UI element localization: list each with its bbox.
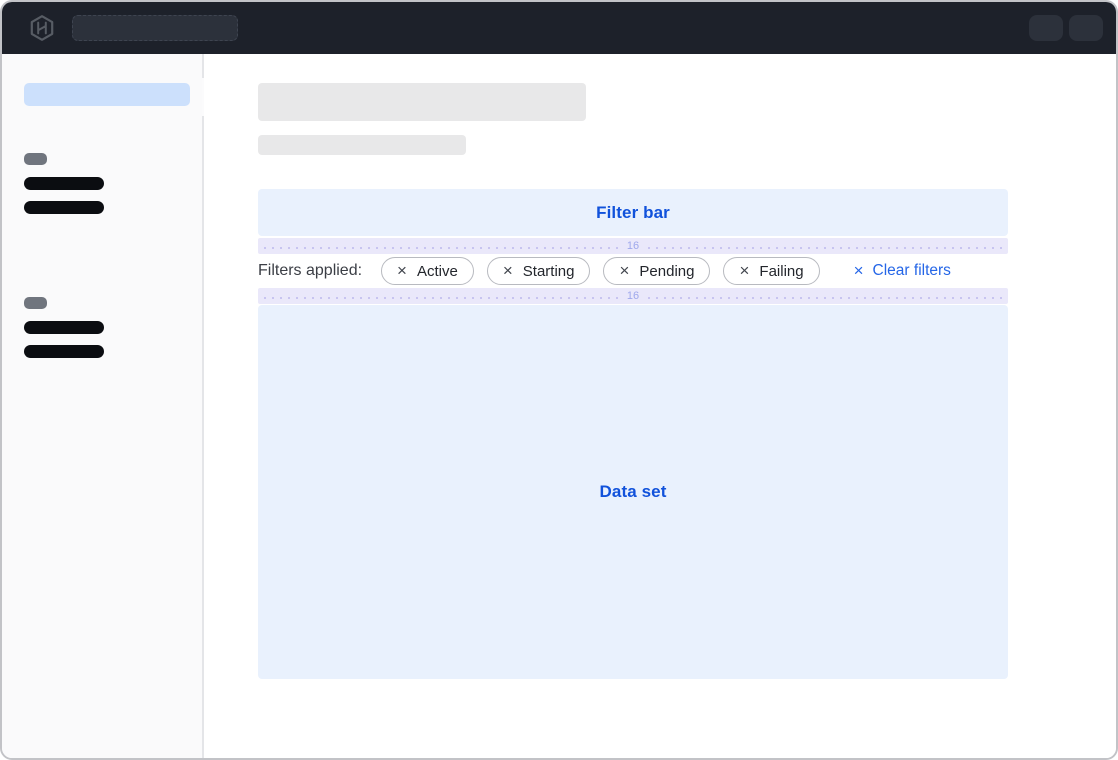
close-icon[interactable]: ×	[739, 262, 749, 279]
filters-applied-label: Filters applied:	[258, 262, 362, 280]
navbar-action-placeholder-1[interactable]	[1029, 15, 1063, 41]
close-icon[interactable]: ×	[503, 262, 513, 279]
sidebar	[2, 54, 204, 758]
filter-pills: × Active × Starting × Pending × Failing	[381, 257, 820, 285]
sidebar-section-label-placeholder-2	[24, 297, 47, 309]
close-icon[interactable]: ×	[619, 262, 629, 279]
sidebar-item-placeholder-2[interactable]	[24, 201, 104, 214]
top-navbar	[2, 2, 1116, 54]
sidebar-item-placeholder-3[interactable]	[24, 321, 104, 334]
main-content: Filter bar 16 Filters applied: × Active …	[204, 54, 1116, 758]
clear-filters-label: Clear filters	[873, 262, 951, 280]
filter-bar-label: Filter bar	[596, 203, 670, 223]
sidebar-section-label-placeholder-1	[24, 153, 47, 165]
sidebar-item-placeholder-1[interactable]	[24, 177, 104, 190]
filter-pill-label: Pending	[639, 263, 694, 280]
navbar-action-placeholder-2[interactable]	[1069, 15, 1103, 41]
sidebar-item-placeholder-4[interactable]	[24, 345, 104, 358]
applied-filters-row: Filters applied: × Active × Starting × P…	[258, 254, 1008, 288]
app-window: Filter bar 16 Filters applied: × Active …	[0, 0, 1118, 760]
spacing-value: 16	[618, 289, 648, 304]
close-icon: ×	[854, 262, 864, 279]
sidebar-item-selected[interactable]	[24, 83, 190, 106]
clear-filters-button[interactable]: × Clear filters	[854, 262, 951, 280]
spacing-value: 16	[618, 239, 648, 254]
close-icon[interactable]: ×	[397, 262, 407, 279]
spacing-marker-bottom: 16	[258, 288, 1008, 304]
filter-pill-label: Starting	[523, 263, 575, 280]
filter-pill-active[interactable]: × Active	[381, 257, 474, 285]
filter-pill-failing[interactable]: × Failing	[723, 257, 819, 285]
page-title-placeholder	[258, 83, 586, 121]
spacing-marker-top: 16	[258, 238, 1008, 254]
page-subtitle-placeholder	[258, 135, 466, 155]
data-set-panel: Data set	[258, 305, 1008, 679]
data-set-label: Data set	[600, 482, 667, 502]
filter-pill-pending[interactable]: × Pending	[603, 257, 710, 285]
hashicorp-logo-icon	[28, 14, 56, 42]
filter-pill-label: Active	[417, 263, 458, 280]
filter-pill-starting[interactable]: × Starting	[487, 257, 591, 285]
filter-bar-panel: Filter bar	[258, 189, 1008, 236]
filter-pill-label: Failing	[759, 263, 803, 280]
search-input-placeholder[interactable]	[72, 15, 238, 41]
